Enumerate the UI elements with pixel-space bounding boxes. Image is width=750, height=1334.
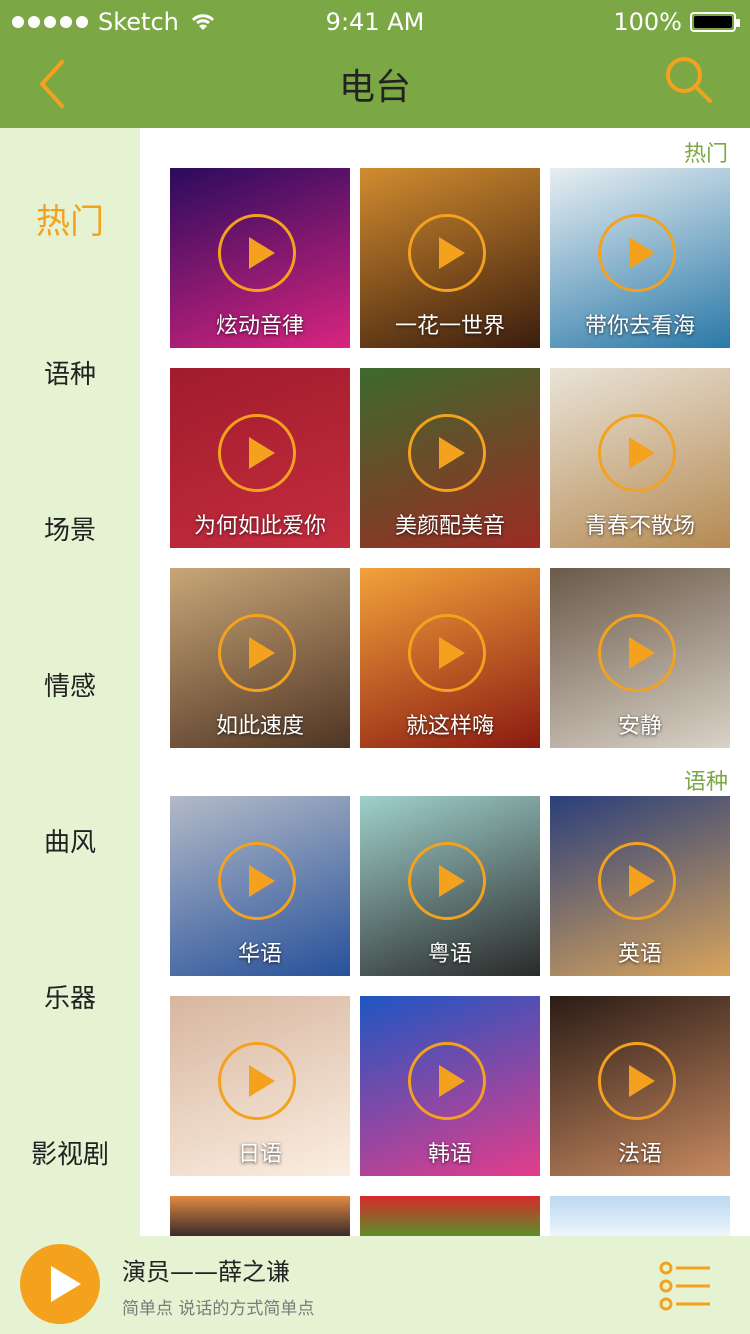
play-icon[interactable] xyxy=(598,214,676,292)
station-tile[interactable]: 如此速度 xyxy=(170,568,350,748)
station-label: 就这样嗨 xyxy=(405,714,494,739)
section-title-hot: 热门 xyxy=(683,142,728,167)
sidebar-item-instrument[interactable]: 乐器 xyxy=(0,978,140,1015)
station-label: 韩语 xyxy=(427,1142,472,1167)
play-icon[interactable] xyxy=(408,1042,486,1120)
battery-icon xyxy=(690,12,740,32)
top-header: Sketch 9:41 AM 100% 电台 xyxy=(0,0,750,128)
station-label: 日语 xyxy=(237,1142,282,1167)
play-icon[interactable] xyxy=(408,414,486,492)
station-tile[interactable]: 安静 xyxy=(550,568,730,748)
play-icon[interactable] xyxy=(408,842,486,920)
station-tile[interactable]: 炫动音律 xyxy=(170,168,350,348)
station-label: 华语 xyxy=(237,942,282,967)
station-tile-partial[interactable] xyxy=(170,1196,350,1236)
station-tile[interactable]: 日语 xyxy=(170,996,350,1176)
song-subtitle: 简单点 说话的方式简单点 xyxy=(122,1299,315,1319)
station-tile[interactable]: 青春不散场 xyxy=(550,368,730,548)
play-icon[interactable] xyxy=(598,414,676,492)
station-tile[interactable]: 韩语 xyxy=(360,996,540,1176)
station-label: 美颜配美音 xyxy=(394,514,505,539)
play-icon[interactable] xyxy=(218,214,296,292)
play-icon[interactable] xyxy=(598,842,676,920)
play-icon[interactable] xyxy=(408,614,486,692)
sidebar-item-genre[interactable]: 曲风 xyxy=(0,822,140,859)
station-label: 粤语 xyxy=(427,942,472,967)
sidebar-item-hot[interactable]: 热门 xyxy=(0,194,140,243)
station-tile-partial[interactable] xyxy=(550,1196,730,1236)
sidebar-item-language[interactable]: 语种 xyxy=(0,354,140,391)
play-icon[interactable] xyxy=(218,1042,296,1120)
station-label: 一花一世界 xyxy=(394,314,505,339)
play-icon[interactable] xyxy=(408,214,486,292)
play-icon[interactable] xyxy=(20,1244,100,1324)
play-icon[interactable] xyxy=(598,1042,676,1120)
play-icon[interactable] xyxy=(218,614,296,692)
station-label: 带你去看海 xyxy=(584,314,695,339)
battery-percent: 100% xyxy=(613,8,682,36)
section-title-language: 语种 xyxy=(683,770,728,795)
station-grid: 热门 炫动音律 一花一世界 带你去看海 为何如此爱你 美颜配美音 青春不散场 如… xyxy=(140,128,750,1236)
station-tile[interactable]: 就这样嗨 xyxy=(360,568,540,748)
now-playing-bar: 演员——薛之谦 简单点 说话的方式简单点 xyxy=(0,1236,750,1334)
station-tile[interactable]: 美颜配美音 xyxy=(360,368,540,548)
station-label: 法语 xyxy=(617,1142,662,1167)
station-tile[interactable]: 法语 xyxy=(550,996,730,1176)
station-label: 英语 xyxy=(617,942,662,967)
sidebar-item-emotion[interactable]: 情感 xyxy=(0,666,140,703)
status-bar: Sketch 9:41 AM 100% xyxy=(0,0,750,42)
station-tile-partial[interactable] xyxy=(360,1196,540,1236)
search-icon[interactable] xyxy=(660,55,716,105)
playlist-icon[interactable] xyxy=(658,1260,714,1312)
station-label: 青春不散场 xyxy=(584,514,695,539)
station-label: 为何如此爱你 xyxy=(193,514,326,539)
station-label: 安静 xyxy=(617,714,662,739)
page-title: 电台 xyxy=(338,67,411,108)
song-title: 演员——薛之谦 xyxy=(122,1258,290,1286)
station-tile[interactable]: 一花一世界 xyxy=(360,168,540,348)
station-tile[interactable]: 华语 xyxy=(170,796,350,976)
station-tile[interactable]: 带你去看海 xyxy=(550,168,730,348)
station-tile[interactable]: 为何如此爱你 xyxy=(170,368,350,548)
station-tile[interactable]: 粤语 xyxy=(360,796,540,976)
sidebar-item-film[interactable]: 影视剧 xyxy=(0,1134,140,1171)
station-label: 炫动音律 xyxy=(215,314,304,339)
category-sidebar: 热门 语种 场景 情感 曲风 乐器 影视剧 xyxy=(0,128,140,1236)
station-label: 如此速度 xyxy=(215,714,304,739)
station-tile[interactable]: 英语 xyxy=(550,796,730,976)
play-icon[interactable] xyxy=(218,842,296,920)
play-icon[interactable] xyxy=(598,614,676,692)
sidebar-item-scene[interactable]: 场景 xyxy=(0,510,140,547)
play-icon[interactable] xyxy=(218,414,296,492)
